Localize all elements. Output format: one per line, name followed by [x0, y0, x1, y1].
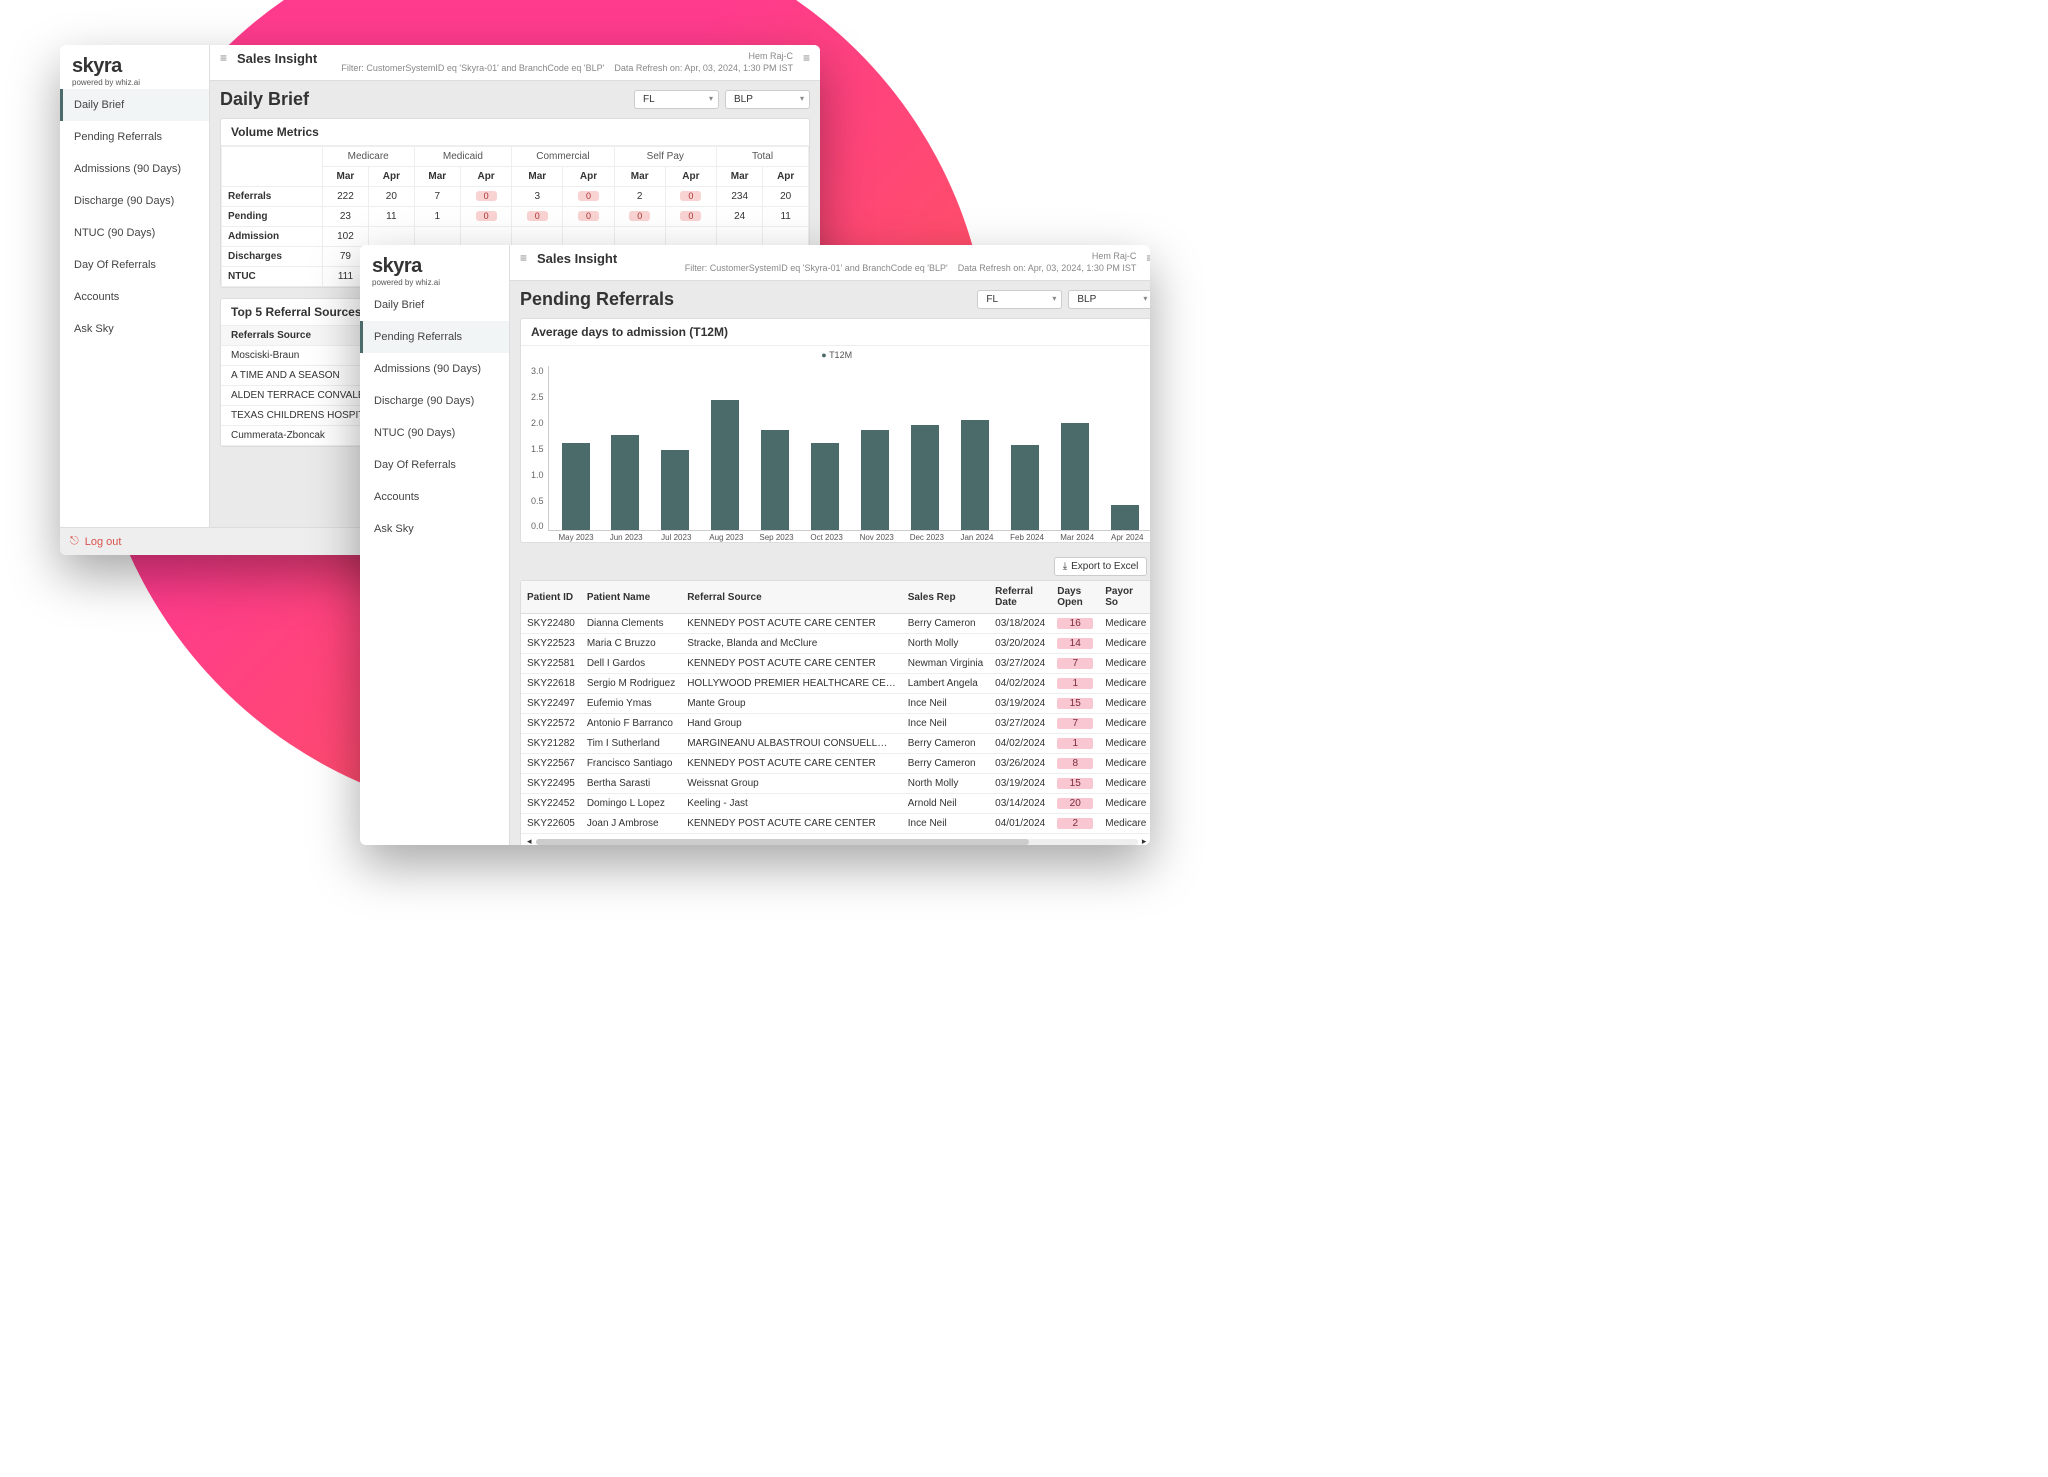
- chart-bar: [711, 400, 739, 530]
- export-button[interactable]: ⤓ Export to Excel: [1054, 557, 1148, 576]
- user-name: Hem Raj-C: [685, 251, 1137, 263]
- brand-subtitle: powered by whiz.ai: [72, 78, 197, 87]
- page-title: Pending Referrals: [520, 289, 971, 310]
- chart-bar: [961, 420, 989, 530]
- chart-title: Average days to admission (T12M): [521, 319, 1150, 346]
- table-row[interactable]: SKY22523Maria C BruzzoStracke, Blanda an…: [521, 634, 1150, 654]
- panel-title: Volume Metrics: [221, 119, 809, 146]
- table-row[interactable]: SKY22605Joan J AmbroseKENNEDY POST ACUTE…: [521, 814, 1150, 834]
- sidebar: skyra powered by whiz.ai Daily BriefPend…: [360, 245, 510, 845]
- topbar: ≡ Sales Insight Hem Raj-C Filter: Custom…: [510, 245, 1150, 281]
- horizontal-scrollbar[interactable]: [536, 839, 1138, 845]
- export-icon: ⤓: [1063, 561, 1067, 572]
- sidebar-item[interactable]: Pending Referrals: [60, 121, 209, 153]
- topbar: ≡ Sales Insight Hem Raj-C Filter: Custom…: [210, 45, 820, 81]
- branch-dropdown[interactable]: BLP: [725, 90, 810, 109]
- table-row[interactable]: SKY22497Eufemio YmasMante GroupInce Neil…: [521, 694, 1150, 714]
- sidebar-item[interactable]: Ask Sky: [360, 513, 509, 545]
- sidebar-item[interactable]: Day Of Referrals: [60, 249, 209, 281]
- bar-chart: 3.02.52.01.51.00.50.0: [521, 360, 1150, 533]
- chart-bar: [562, 443, 590, 531]
- sidebar-item[interactable]: Ask Sky: [60, 313, 209, 345]
- table-row[interactable]: SKY22567Francisco SantiagoKENNEDY POST A…: [521, 754, 1150, 774]
- page-title: Daily Brief: [220, 89, 628, 110]
- export-row: ⤓ Export to Excel: [520, 553, 1150, 580]
- chart-bar: [1011, 445, 1039, 530]
- brand-subtitle: powered by whiz.ai: [372, 278, 497, 287]
- table-row[interactable]: SKY22480Dianna ClementsKENNEDY POST ACUT…: [521, 614, 1150, 634]
- sidebar-item[interactable]: Day Of Referrals: [360, 449, 509, 481]
- table-row[interactable]: SKY22581Dell I GardosKENNEDY POST ACUTE …: [521, 654, 1150, 674]
- sidebar-item[interactable]: Daily Brief: [60, 89, 209, 121]
- chart-bar: [911, 425, 939, 530]
- app-title: Sales Insight: [537, 251, 617, 266]
- table-row[interactable]: SKY22618Sergio M RodriguezHOLLYWOOD PREM…: [521, 674, 1150, 694]
- sidebar-item[interactable]: Admissions (90 Days): [360, 353, 509, 385]
- table-row[interactable]: SKY22495Bertha SarastiWeissnat GroupNort…: [521, 774, 1150, 794]
- sidebar-item[interactable]: Pending Referrals: [360, 321, 509, 353]
- settings-icon[interactable]: ≡: [1146, 251, 1150, 265]
- sidebar-item[interactable]: Daily Brief: [360, 289, 509, 321]
- logo: skyra powered by whiz.ai: [60, 45, 209, 89]
- sidebar-item[interactable]: Discharge (90 Days): [60, 185, 209, 217]
- logout-link[interactable]: Log out: [85, 536, 122, 548]
- menu-icon[interactable]: ≡: [520, 251, 527, 265]
- sidebar-item[interactable]: Discharge (90 Days): [360, 385, 509, 417]
- chart-legend: T12M: [521, 346, 1150, 360]
- brand-name: skyra: [72, 55, 197, 78]
- chart-bar: [1061, 423, 1089, 531]
- logo: skyra powered by whiz.ai: [360, 245, 509, 289]
- table-row[interactable]: SKY21282Tim I SutherlandMARGINEANU ALBAS…: [521, 734, 1150, 754]
- window-pending-referrals: skyra powered by whiz.ai Daily BriefPend…: [360, 245, 1150, 845]
- user-name: Hem Raj-C: [341, 51, 793, 63]
- chart-bar: [811, 443, 839, 531]
- sidebar: skyra powered by whiz.ai Daily BriefPend…: [60, 45, 210, 527]
- chart-bar: [611, 435, 639, 530]
- table-row[interactable]: SKY22452Domingo L LopezKeeling - JastArn…: [521, 794, 1150, 814]
- app-title: Sales Insight: [237, 51, 317, 66]
- header-info: Hem Raj-C Filter: CustomerSystemID eq 'S…: [341, 51, 793, 74]
- menu-icon[interactable]: ≡: [220, 51, 227, 65]
- chart-bar: [861, 430, 889, 530]
- filter-text: Filter: CustomerSystemID eq 'Skyra-01' a…: [341, 63, 604, 73]
- filter-text: Filter: CustomerSystemID eq 'Skyra-01' a…: [685, 263, 948, 273]
- sidebar-item[interactable]: NTUC (90 Days): [360, 417, 509, 449]
- main-content: ≡ Sales Insight Hem Raj-C Filter: Custom…: [510, 245, 1150, 845]
- refresh-text: Data Refresh on: Apr, 03, 2024, 1:30 PM …: [614, 63, 793, 73]
- chart-panel: Average days to admission (T12M) T12M 3.…: [520, 318, 1150, 543]
- refresh-text: Data Refresh on: Apr, 03, 2024, 1:30 PM …: [958, 263, 1137, 273]
- chart-bar: [661, 450, 689, 530]
- settings-icon[interactable]: ≡: [803, 51, 810, 65]
- brand-name: skyra: [372, 255, 497, 278]
- table-row[interactable]: SKY22572Antonio F BarrancoHand GroupInce…: [521, 714, 1150, 734]
- logout-icon[interactable]: ⎋: [70, 535, 79, 548]
- header-info: Hem Raj-C Filter: CustomerSystemID eq 'S…: [685, 251, 1137, 274]
- chart-bar: [761, 430, 789, 530]
- sidebar-item[interactable]: Accounts: [360, 481, 509, 513]
- branch-dropdown[interactable]: BLP: [1068, 290, 1150, 309]
- sidebar-item[interactable]: Admissions (90 Days): [60, 153, 209, 185]
- region-dropdown[interactable]: FL: [634, 90, 719, 109]
- sidebar-item[interactable]: NTUC (90 Days): [60, 217, 209, 249]
- region-dropdown[interactable]: FL: [977, 290, 1062, 309]
- sidebar-item[interactable]: Accounts: [60, 281, 209, 313]
- export-label: Export to Excel: [1071, 561, 1138, 572]
- chart-bar: [1111, 505, 1139, 530]
- referrals-grid: Patient IDPatient NameReferral SourceSal…: [520, 580, 1150, 845]
